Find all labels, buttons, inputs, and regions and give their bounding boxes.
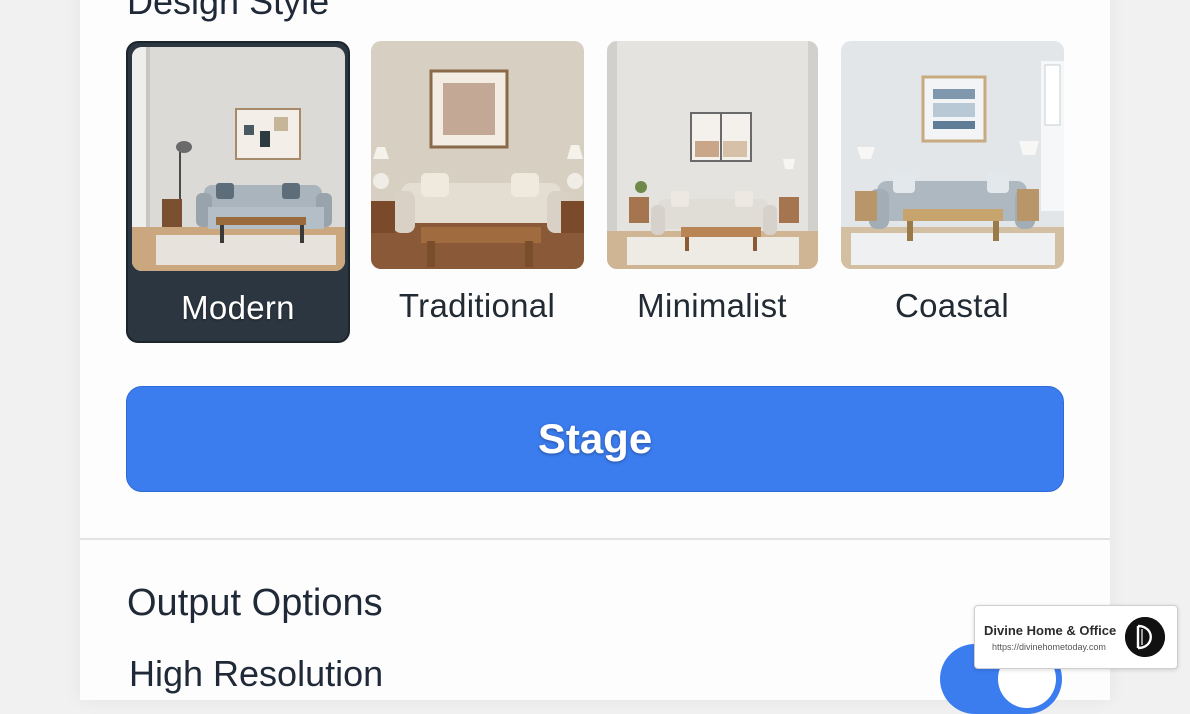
- style-label-modern: Modern: [181, 289, 295, 326]
- brand-name: Divine Home & Office: [984, 623, 1117, 638]
- brand-logo-icon: [1125, 617, 1165, 657]
- brand-url: https://divinehometoday.com: [992, 642, 1106, 652]
- style-card-modern[interactable]: Modern: [126, 41, 350, 343]
- brand-watermark: Divine Home & Office https://divinehomet…: [974, 605, 1178, 669]
- output-options-title: Output Options: [127, 582, 383, 624]
- high-resolution-label: High Resolution: [129, 653, 384, 694]
- minimalist-room-thumbnail: [607, 41, 818, 269]
- section-title-design-style: Design Style: [127, 0, 330, 22]
- modern-room-thumbnail: [132, 47, 345, 271]
- section-divider: [80, 538, 1110, 540]
- coastal-room-thumbnail: [841, 41, 1064, 269]
- style-label-traditional: Traditional: [398, 287, 556, 324]
- style-label-coastal: Coastal: [895, 287, 1009, 324]
- stage-button[interactable]: Stage: [126, 386, 1064, 492]
- traditional-room-thumbnail: [371, 41, 584, 269]
- style-label-minimalist: Minimalist: [637, 287, 787, 324]
- style-card-minimalist[interactable]: Minimalist: [606, 41, 818, 343]
- style-card-traditional[interactable]: Traditional: [370, 41, 584, 343]
- style-card-coastal[interactable]: Coastal: [840, 41, 1064, 343]
